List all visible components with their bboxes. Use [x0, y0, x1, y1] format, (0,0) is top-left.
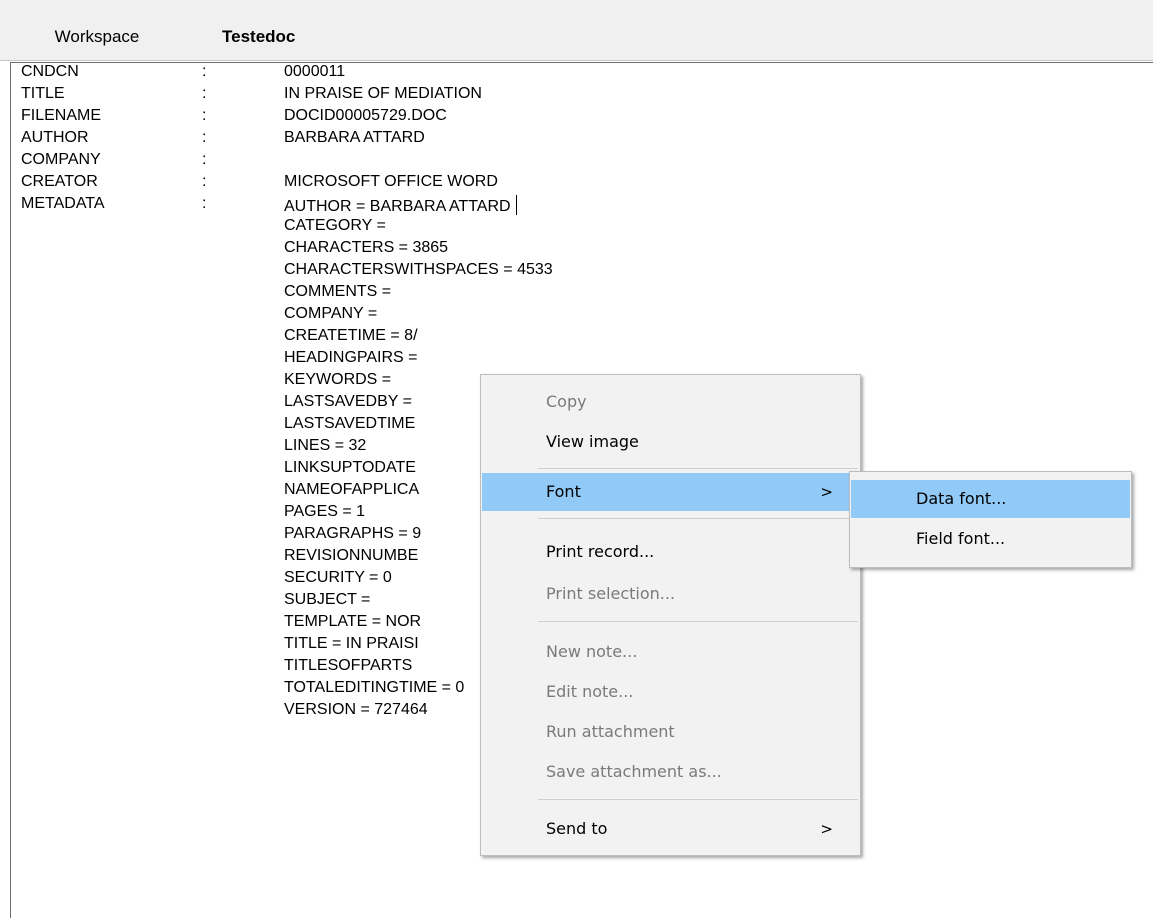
- field-separator: :: [202, 63, 207, 80]
- field-value[interactable]: DOCID00005729.DOC: [284, 107, 447, 125]
- metadata-line-text[interactable]: CHARACTERS = 3865: [284, 239, 448, 257]
- menu-item-send-to[interactable]: Send to >: [482, 810, 859, 848]
- field-value[interactable]: AUTHOR = BARBARA ATTARD: [284, 195, 517, 216]
- field-separator: :: [202, 85, 207, 102]
- metadata-line-text[interactable]: COMPANY =: [284, 305, 377, 323]
- field-name: CNDCN: [21, 63, 79, 80]
- menu-item-label: Data font...: [916, 489, 1007, 508]
- font-submenu: Data font... Field font...: [849, 471, 1132, 568]
- tab-bar: Workspace Testedoc: [0, 0, 1153, 61]
- field-value[interactable]: MICROSOFT OFFICE WORD: [284, 173, 498, 191]
- field-separator: :: [202, 173, 207, 190]
- menu-separator: [538, 468, 858, 469]
- menu-item-edit-note[interactable]: Edit note...: [482, 673, 859, 711]
- field-value[interactable]: 0000011: [284, 63, 345, 81]
- field-separator: :: [202, 129, 207, 146]
- metadata-line-text[interactable]: LINES = 32: [284, 437, 366, 455]
- metadata-line-text[interactable]: SUBJECT =: [284, 591, 370, 609]
- menu-item-label: Run attachment: [546, 722, 675, 741]
- field-name: AUTHOR: [21, 129, 89, 146]
- text-caret: [515, 195, 517, 215]
- field-separator: :: [202, 195, 207, 212]
- context-menu: Copy View image Font > Print record... Pr…: [480, 374, 861, 856]
- metadata-line-text[interactable]: REVISIONNUMBE: [284, 547, 418, 565]
- metadata-line-text[interactable]: CREATETIME = 8/: [284, 327, 418, 345]
- field-name: COMPANY: [21, 151, 101, 168]
- menu-item-new-note[interactable]: New note...: [482, 633, 859, 671]
- metadata-line-text[interactable]: NAMEOFAPPLICA: [284, 481, 419, 499]
- menu-item-view-image[interactable]: View image: [482, 423, 859, 461]
- field-name: METADATA: [21, 195, 105, 212]
- menu-item-label: Field font...: [916, 529, 1006, 548]
- metadata-line-text[interactable]: TEMPLATE = NOR: [284, 613, 421, 631]
- menu-separator: [538, 621, 858, 622]
- menu-separator: [538, 799, 858, 800]
- submenu-arrow-icon: >: [820, 820, 833, 838]
- menu-item-label: Font: [546, 482, 581, 501]
- metadata-line-text[interactable]: VERSION = 727464: [284, 701, 428, 719]
- menu-item-copy[interactable]: Copy: [482, 383, 859, 421]
- metadata-line-text[interactable]: SECURITY = 0: [284, 569, 392, 587]
- submenu-arrow-icon: >: [820, 483, 833, 501]
- metadata-line-text[interactable]: TOTALEDITINGTIME = 0: [284, 679, 464, 697]
- menu-item-run-attachment[interactable]: Run attachment: [482, 713, 859, 751]
- menu-item-label: Save attachment as...: [546, 762, 722, 781]
- field-name: TITLE: [21, 85, 65, 102]
- menu-item-print-record[interactable]: Print record...: [482, 533, 859, 571]
- menu-item-data-font[interactable]: Data font...: [851, 480, 1130, 518]
- metadata-line-text[interactable]: TITLESOFPARTS: [284, 657, 412, 675]
- field-value[interactable]: IN PRAISE OF MEDIATION: [284, 85, 482, 103]
- menu-item-label: Copy: [546, 392, 587, 411]
- menu-item-print-selection[interactable]: Print selection...: [482, 575, 859, 613]
- menu-item-label: Print record...: [546, 542, 655, 561]
- metadata-author-line: AUTHOR = BARBARA ATTARD: [284, 198, 511, 215]
- field-name: FILENAME: [21, 107, 102, 124]
- field-value[interactable]: BARBARA ATTARD: [284, 129, 425, 147]
- metadata-line-text[interactable]: CATEGORY =: [284, 217, 386, 235]
- tab-workspace[interactable]: Workspace: [18, 0, 176, 60]
- menu-item-label: Print selection...: [546, 584, 676, 603]
- menu-item-field-font[interactable]: Field font...: [851, 520, 1130, 558]
- metadata-line-text[interactable]: PAGES = 1: [284, 503, 365, 521]
- metadata-line-text[interactable]: KEYWORDS =: [284, 371, 391, 389]
- metadata-line-text[interactable]: HEADINGPAIRS =: [284, 349, 418, 367]
- field-name: CREATOR: [21, 173, 98, 190]
- metadata-line-text[interactable]: LASTSAVEDTIME: [284, 415, 415, 433]
- metadata-line-text[interactable]: COMMENTS =: [284, 283, 391, 301]
- tab-testedoc[interactable]: Testedoc: [222, 0, 295, 60]
- metadata-line-text[interactable]: CHARACTERSWITHSPACES = 4533: [284, 261, 553, 279]
- menu-item-label: Edit note...: [546, 682, 634, 701]
- metadata-line-text[interactable]: PARAGRAPHS = 9: [284, 525, 421, 543]
- metadata-line-text[interactable]: TITLE = IN PRAISI: [284, 635, 419, 653]
- metadata-line-text[interactable]: LINKSUPTODATE: [284, 459, 416, 477]
- menu-item-label: New note...: [546, 642, 638, 661]
- menu-separator: [538, 518, 858, 519]
- menu-item-font[interactable]: Font >: [482, 473, 859, 511]
- menu-item-save-attachment[interactable]: Save attachment as...: [482, 753, 859, 791]
- metadata-line-text[interactable]: LASTSAVEDBY =: [284, 393, 412, 411]
- field-separator: :: [202, 151, 207, 168]
- menu-item-label: Send to: [546, 819, 608, 838]
- field-separator: :: [202, 107, 207, 124]
- menu-item-label: View image: [546, 432, 639, 451]
